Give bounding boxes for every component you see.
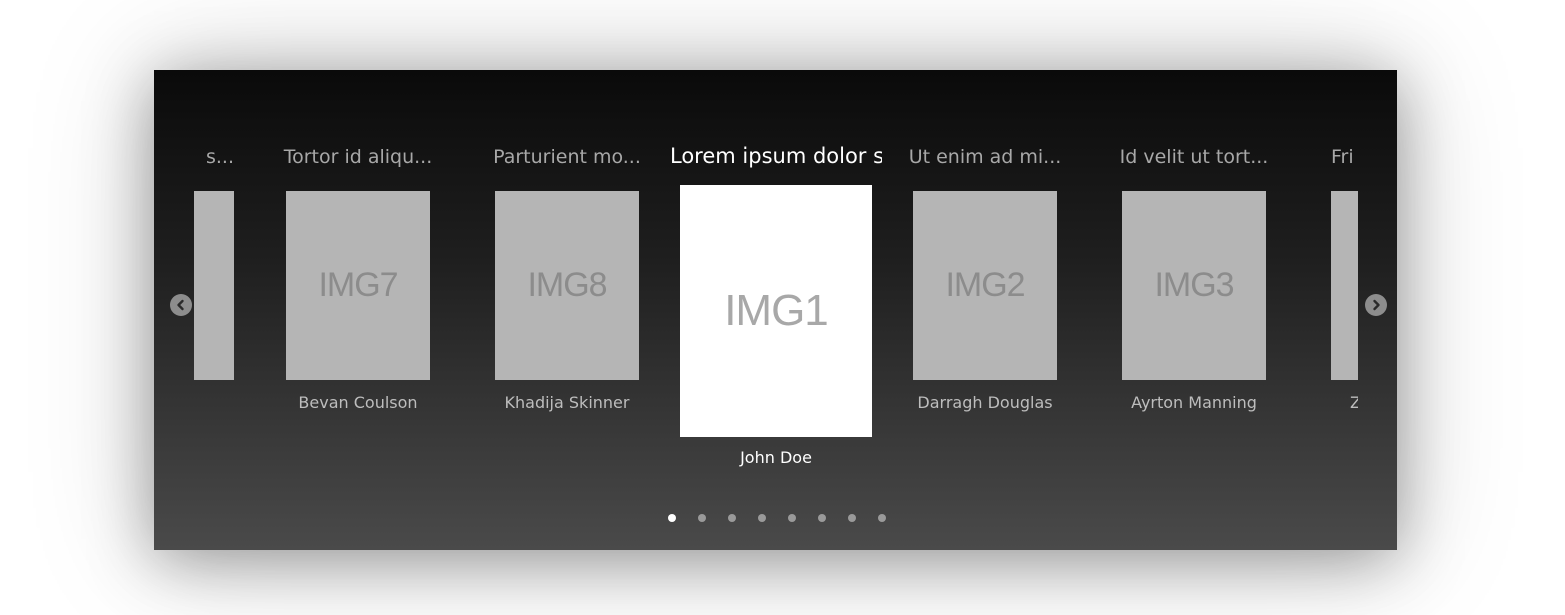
slide-image-label: IMG2 xyxy=(945,266,1025,304)
slide-title: Id velit ut tort... xyxy=(1119,146,1269,168)
pagination-dot[interactable] xyxy=(878,514,886,522)
slide-person-name: Khadija Skinner xyxy=(504,393,630,412)
pagination-dot[interactable] xyxy=(728,514,736,522)
carousel-prev-button[interactable] xyxy=(170,294,192,316)
slide-image: IMG8 xyxy=(495,191,639,380)
slide-person-name: Bevan Coulson xyxy=(298,393,418,412)
carousel-slide[interactable]: Id velit ut tort... IMG3 Ayrton Manning xyxy=(1120,70,1269,550)
slide-title: s... xyxy=(205,146,234,168)
slide-image xyxy=(194,191,234,380)
slide-image: IMG7 xyxy=(286,191,430,380)
slide-title: Tortor id aliqu... xyxy=(283,146,433,168)
slide-image-label: IMG3 xyxy=(1154,266,1234,304)
carousel-pagination xyxy=(668,514,886,522)
carousel-slide-partial-left[interactable]: s... ng xyxy=(194,70,234,550)
slide-title: Fri xyxy=(1331,146,1354,168)
pagination-dot[interactable] xyxy=(668,514,676,522)
chevron-right-icon xyxy=(1373,299,1380,311)
carousel-slide-partial-right[interactable]: Fri Z xyxy=(1331,70,1358,550)
slide-title: Lorem ipsum dolor si xyxy=(670,144,882,168)
slide-title: Ut enim ad mi... xyxy=(908,146,1062,168)
slide-image xyxy=(1331,191,1358,380)
pagination-dot[interactable] xyxy=(788,514,796,522)
slide-image: IMG3 xyxy=(1122,191,1266,380)
pagination-dot[interactable] xyxy=(758,514,766,522)
slide-person-name: Darragh Douglas xyxy=(917,393,1053,412)
slide-image: IMG2 xyxy=(913,191,1057,380)
slide-person-name: Z xyxy=(1350,393,1358,412)
slide-image-label: IMG7 xyxy=(318,266,398,304)
slide-person-name: Ayrton Manning xyxy=(1131,393,1257,412)
slide-image: IMG1 xyxy=(680,185,872,437)
carousel-slide-active[interactable]: Lorem ipsum dolor si IMG1 John Doe xyxy=(670,70,882,550)
slide-image-label: IMG1 xyxy=(724,286,829,335)
pagination-dot[interactable] xyxy=(698,514,706,522)
testimonial-carousel: s... ng Tortor id aliqu... IMG7 Bevan Co… xyxy=(154,70,1397,550)
pagination-dot[interactable] xyxy=(818,514,826,522)
slide-title: Parturient mo... xyxy=(493,146,641,168)
carousel-viewport: s... ng Tortor id aliqu... IMG7 Bevan Co… xyxy=(194,70,1358,550)
carousel-slide[interactable]: Tortor id aliqu... IMG7 Bevan Coulson xyxy=(284,70,433,550)
slide-person-name: John Doe xyxy=(740,448,812,467)
carousel-next-button[interactable] xyxy=(1365,294,1387,316)
chevron-left-icon xyxy=(177,299,184,311)
slide-image-label: IMG8 xyxy=(527,266,607,304)
pagination-dot[interactable] xyxy=(848,514,856,522)
carousel-slide[interactable]: Ut enim ad mi... IMG2 Darragh Douglas xyxy=(909,70,1062,550)
carousel-slide[interactable]: Parturient mo... IMG8 Khadija Skinner xyxy=(493,70,641,550)
